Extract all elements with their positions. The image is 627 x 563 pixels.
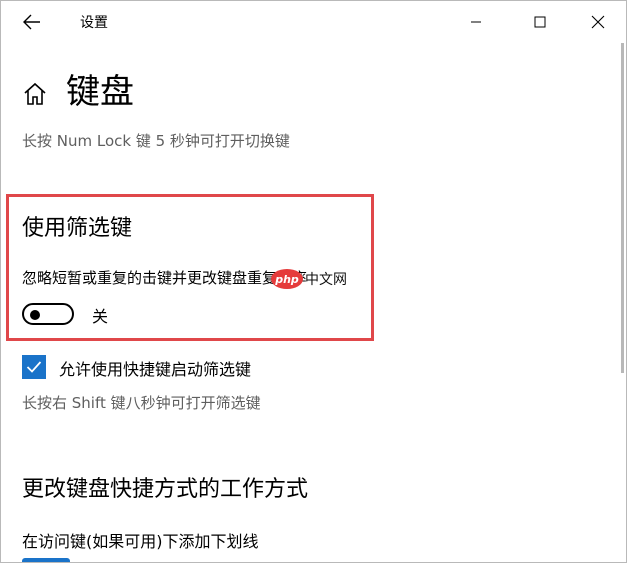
settings-window: 设置 键盘 长按 Num Lock 键 5 秒钟可打开切换键 使用筛选键 忽略短…: [0, 0, 627, 563]
minimize-button[interactable]: [461, 7, 491, 37]
back-button[interactable]: [19, 9, 45, 35]
filter-keys-toggle-label: 关: [92, 307, 109, 326]
shortcut-checkbox[interactable]: [22, 355, 46, 379]
shortcut-checkbox-label: 允许使用快捷键启动筛选键: [59, 360, 252, 379]
page-title: 键盘: [66, 72, 134, 112]
checkmark-icon: [26, 361, 42, 373]
filter-keys-heading: 使用筛选键: [22, 216, 133, 241]
scrollbar[interactable]: [621, 43, 624, 373]
numlock-description: 长按 Num Lock 键 5 秒钟可打开切换键: [22, 132, 290, 150]
maximize-button[interactable]: [525, 7, 555, 37]
title-bar: 设置: [1, 1, 626, 43]
minimize-icon: [471, 21, 481, 23]
maximize-icon: [534, 16, 546, 28]
watermark: php 中文网: [271, 268, 359, 290]
toggle-knob: [30, 310, 40, 320]
close-button[interactable]: [583, 7, 613, 37]
underline-access-keys-label: 在访问键(如果可用)下添加下划线: [22, 532, 259, 551]
filter-keys-toggle[interactable]: [22, 303, 74, 325]
home-button[interactable]: [22, 81, 48, 107]
shift-description: 长按右 Shift 键八秒钟可打开筛选键: [22, 394, 261, 412]
partial-toggle-offscreen[interactable]: [22, 558, 70, 562]
window-title: 设置: [80, 15, 108, 31]
close-icon: [591, 15, 605, 29]
watermark-logo: php: [271, 269, 303, 289]
watermark-text: 中文网: [305, 272, 347, 288]
filter-keys-description: 忽略短暂或重复的击键并更改键盘重复速率: [22, 269, 308, 287]
arrow-left-icon: [23, 14, 40, 30]
shortcut-section-heading: 更改键盘快捷方式的工作方式: [22, 477, 309, 502]
home-icon: [24, 82, 46, 105]
